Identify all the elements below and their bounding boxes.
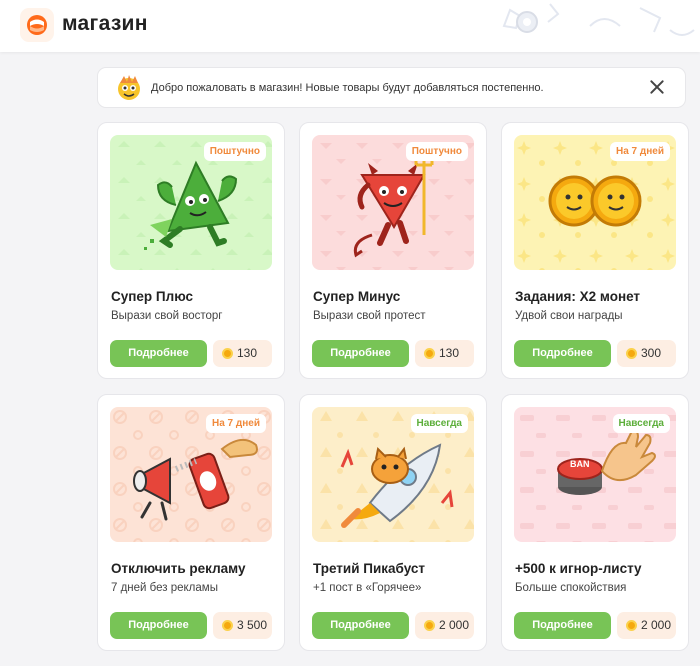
logo-icon[interactable] <box>20 8 54 42</box>
details-button[interactable]: Подробнее <box>312 612 409 639</box>
price-tag: 2 000 <box>415 612 474 639</box>
price-value: 2 000 <box>641 618 672 632</box>
card-subtitle: Удвой свои награды <box>515 310 623 322</box>
product-image: На 7 дней <box>514 135 676 270</box>
price-tag: 300 <box>617 340 676 367</box>
welcome-banner: Добро пожаловать в магазин! Новые товары… <box>97 67 686 108</box>
product-card-super-minus[interactable]: Поштучно Супер Минус Вырази свой протест… <box>299 122 487 379</box>
coin-icon <box>626 620 637 631</box>
product-image: Навсегда <box>312 407 474 542</box>
card-subtitle: Больше спокойствия <box>515 582 627 594</box>
price-value: 2 000 <box>439 618 470 632</box>
coin-icon <box>626 348 637 359</box>
close-icon[interactable] <box>649 79 665 95</box>
card-title: Задания: Х2 монет <box>515 289 641 304</box>
price-tag: 2 000 <box>617 612 676 639</box>
card-subtitle: +1 пост в «Горячее» <box>313 582 422 594</box>
duration-badge: На 7 дней <box>610 142 670 161</box>
price-value: 300 <box>641 346 662 360</box>
duration-badge: На 7 дней <box>206 414 266 433</box>
duration-badge: Поштучно <box>405 142 468 161</box>
svg-text:BAN: BAN <box>570 459 590 469</box>
header-decoration-icon <box>502 3 695 36</box>
product-card-ignore-list[interactable]: BAN Навсегда +500 к игнор-листу Больше с… <box>501 394 689 651</box>
product-image: BAN Навсегда <box>514 407 676 542</box>
card-title: Третий Пикабуст <box>313 561 425 576</box>
app-title: магазин <box>62 12 148 35</box>
product-card-x2-coins[interactable]: На 7 дней Задания: Х2 монет Удвой свои н… <box>501 122 689 379</box>
card-title: Отключить рекламу <box>111 561 246 576</box>
card-title: Супер Минус <box>313 289 401 304</box>
price-tag: 3 500 <box>213 612 272 639</box>
price-value: 130 <box>237 346 258 360</box>
duration-badge: Навсегда <box>410 414 468 433</box>
app-header: магазин <box>0 0 700 52</box>
coin-icon <box>424 620 435 631</box>
product-image: На 7 дней <box>110 407 272 542</box>
duration-badge: Навсегда <box>612 414 670 433</box>
card-title: +500 к игнор-листу <box>515 561 642 576</box>
banner-text: Добро пожаловать в магазин! Новые товары… <box>151 82 544 94</box>
details-button[interactable]: Подробнее <box>514 340 611 367</box>
coin-icon <box>424 348 435 359</box>
price-value: 130 <box>439 346 460 360</box>
details-button[interactable]: Подробнее <box>110 612 207 639</box>
product-image: Поштучно <box>110 135 272 270</box>
product-card-disable-ads[interactable]: На 7 дней Отключить рекламу 7 дней без р… <box>97 394 285 651</box>
card-title: Супер Плюс <box>111 289 194 304</box>
price-value: 3 500 <box>237 618 268 632</box>
details-button[interactable]: Подробнее <box>110 340 207 367</box>
price-tag: 130 <box>213 340 272 367</box>
price-tag: 130 <box>415 340 474 367</box>
product-image: Поштучно <box>312 135 474 270</box>
card-subtitle: 7 дней без рекламы <box>111 582 218 594</box>
card-subtitle: Вырази свой восторг <box>111 310 223 322</box>
product-card-third-pikaboost[interactable]: Навсегда Третий Пикабуст +1 пост в «Горя… <box>299 394 487 651</box>
mascot-icon <box>118 75 140 100</box>
coin-icon <box>222 348 233 359</box>
coin-icon <box>222 620 233 631</box>
details-button[interactable]: Подробнее <box>514 612 611 639</box>
card-subtitle: Вырази свой протест <box>313 310 426 322</box>
product-card-super-plus[interactable]: Поштучно Супер Плюс Вырази свой восторг … <box>97 122 285 379</box>
duration-badge: Поштучно <box>203 142 266 161</box>
details-button[interactable]: Подробнее <box>312 340 409 367</box>
